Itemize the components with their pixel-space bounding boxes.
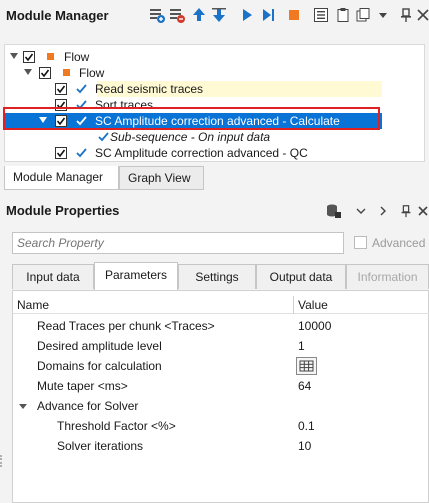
run-next-icon[interactable]: [260, 7, 276, 23]
move-down-icon[interactable]: [211, 7, 227, 23]
chevron-right-icon[interactable]: [378, 205, 388, 216]
grid-picker-icon[interactable]: [296, 357, 317, 375]
property-row[interactable]: Read Traces per chunk <Traces> 10000: [13, 316, 429, 336]
module-orange-icon: [47, 53, 54, 60]
property-value[interactable]: 0.1: [298, 419, 315, 433]
property-row[interactable]: Solver iterations 10: [13, 436, 429, 456]
tab-graph-view[interactable]: Graph View: [119, 166, 204, 190]
property-name: Solver iterations: [57, 439, 144, 453]
tab-settings[interactable]: Settings: [178, 264, 256, 289]
tab-parameters[interactable]: Parameters: [94, 262, 178, 290]
tree-item-label: Read seismic traces: [95, 82, 204, 96]
run-icon[interactable]: [239, 7, 255, 23]
expand-arrow-icon[interactable]: [10, 53, 18, 59]
tree-row-flow-root[interactable]: Flow: [5, 49, 424, 65]
property-row[interactable]: Mute taper <ms> 64: [13, 376, 429, 396]
advanced-label: Advanced: [372, 236, 426, 250]
add-module-icon[interactable]: [149, 7, 165, 23]
check-icon: [75, 146, 88, 159]
property-value[interactable]: 1: [298, 339, 305, 353]
search-property-input[interactable]: [12, 232, 344, 254]
tree-item-label: Flow: [79, 66, 105, 80]
clipboard-icon[interactable]: [335, 7, 351, 23]
property-value[interactable]: 64: [298, 379, 311, 393]
tab-output-data[interactable]: Output data: [256, 264, 346, 289]
check-icon: [97, 130, 110, 143]
column-header-value[interactable]: Value: [298, 298, 328, 312]
tree-item-label: Sub-sequence - On input data: [110, 130, 271, 144]
chevron-down-icon[interactable]: [356, 205, 366, 215]
stop-icon[interactable]: [286, 7, 302, 23]
module-manager-header: Module Manager: [0, 0, 429, 32]
close-icon[interactable]: [417, 204, 429, 218]
tree-item-label: SC Amplitude correction advanced - QC: [95, 146, 308, 160]
check-icon: [75, 82, 88, 95]
selection-outline: [3, 107, 380, 130]
advanced-checkbox[interactable]: [354, 236, 367, 249]
property-name: Domains for calculation: [37, 359, 162, 373]
property-value[interactable]: 10000: [298, 319, 331, 333]
tab-module-manager[interactable]: Module Manager: [4, 166, 119, 190]
property-name: Mute taper <ms>: [37, 379, 128, 393]
checkbox[interactable]: [39, 67, 51, 79]
remove-module-icon[interactable]: [169, 7, 185, 23]
close-icon[interactable]: [415, 7, 429, 23]
property-group-row[interactable]: Advance for Solver: [13, 396, 429, 416]
collapse-arrow-icon[interactable]: [19, 404, 27, 409]
property-value[interactable]: 10: [298, 439, 311, 453]
checkbox[interactable]: [23, 51, 35, 63]
tab-information: Information: [346, 264, 429, 289]
pin-icon[interactable]: [398, 7, 414, 23]
tree-row-sc-amplitude-qc[interactable]: SC Amplitude correction advanced - QC: [5, 145, 424, 161]
pin-icon[interactable]: [399, 204, 413, 218]
property-row[interactable]: Domains for calculation: [13, 356, 429, 376]
tree-row-flow[interactable]: Flow: [5, 65, 424, 81]
copy-icon[interactable]: [355, 7, 371, 23]
property-row[interactable]: Desired amplitude level 1: [13, 336, 429, 356]
resize-handle[interactable]: [0, 455, 2, 467]
property-row[interactable]: Threshold Factor <%> 0.1: [13, 416, 429, 436]
property-grid: Name Value Read Traces per chunk <Traces…: [12, 290, 429, 503]
move-up-icon[interactable]: [191, 7, 207, 23]
grid-header: Name Value: [13, 296, 429, 314]
property-name: Desired amplitude level: [37, 339, 162, 353]
property-name: Threshold Factor <%>: [57, 419, 176, 433]
column-header-name[interactable]: Name: [17, 298, 49, 312]
module-orange-icon: [63, 69, 70, 76]
expand-arrow-icon[interactable]: [24, 69, 32, 75]
dropdown-icon[interactable]: [375, 7, 391, 23]
property-name: Read Traces per chunk <Traces>: [37, 319, 215, 333]
tab-input-data[interactable]: Input data: [12, 264, 94, 289]
tree-item-label: Flow: [64, 50, 90, 64]
tree-row-sub-sequence[interactable]: Sub-sequence - On input data: [5, 129, 424, 145]
module-tree: Flow Flow Read seismic traces Sort trace…: [4, 44, 425, 162]
column-divider[interactable]: [293, 296, 294, 314]
module-properties-title: Module Properties: [6, 203, 120, 218]
tree-row-read-seismic[interactable]: Read seismic traces: [5, 81, 424, 97]
module-manager-title: Module Manager: [6, 8, 109, 23]
database-icon[interactable]: [325, 204, 341, 218]
list-icon[interactable]: [313, 7, 329, 23]
checkbox[interactable]: [55, 83, 67, 95]
checkbox[interactable]: [55, 147, 67, 159]
property-group-name: Advance for Solver: [37, 399, 139, 413]
